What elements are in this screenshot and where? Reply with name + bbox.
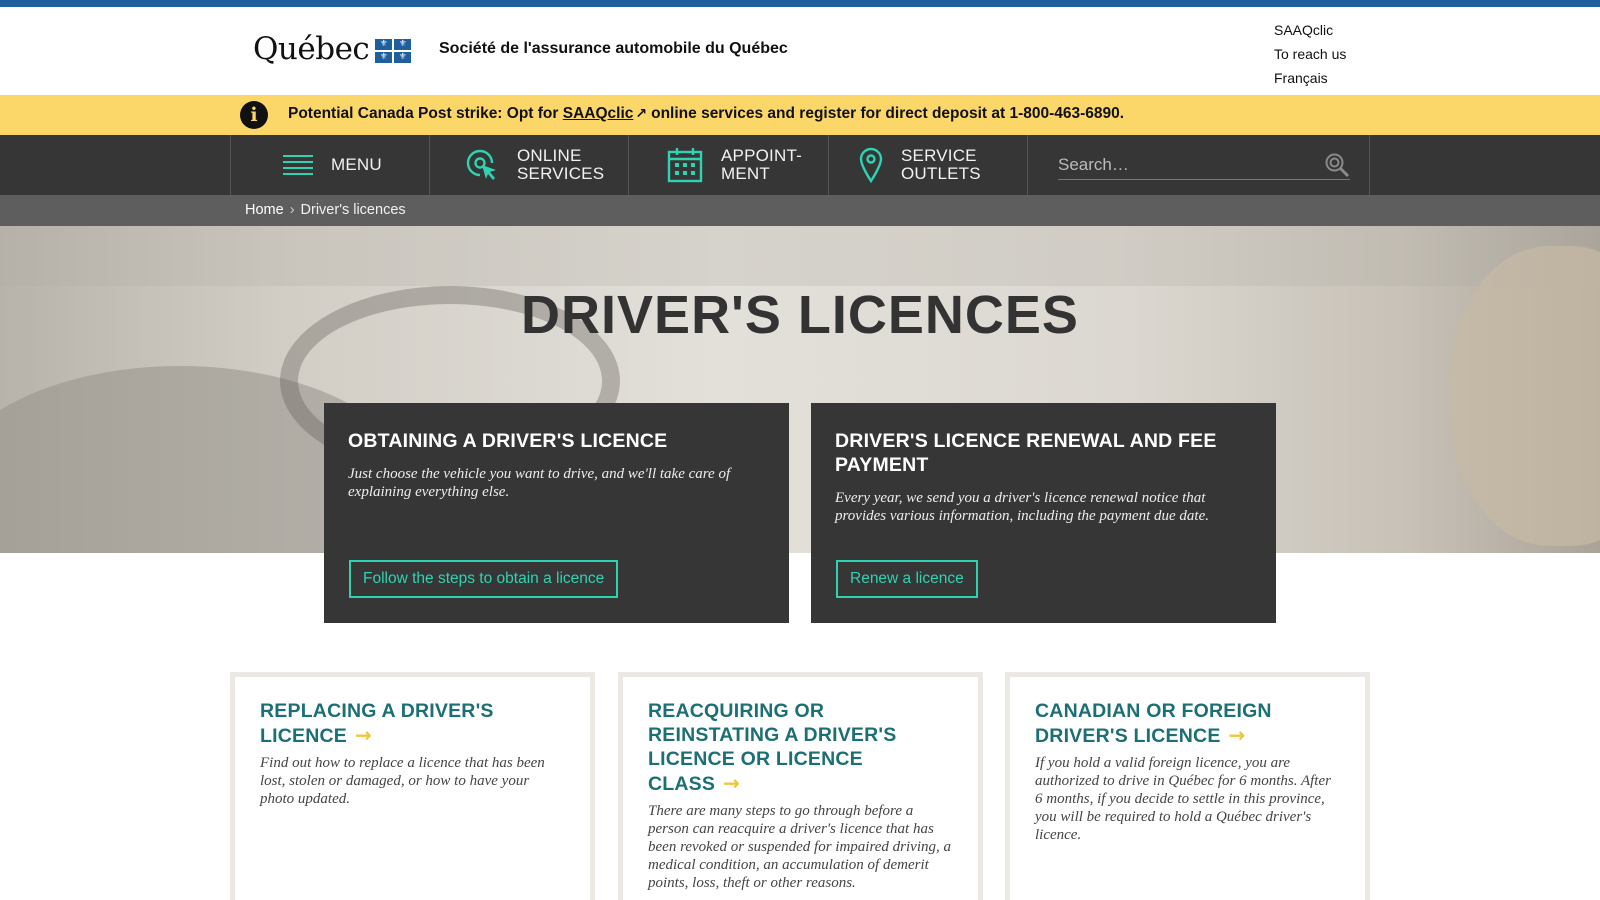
alert-text-after: online services and register for direct … [651,105,1125,122]
top-stripe [0,0,1600,7]
feature-card-obtain: OBTAINING A DRIVER'S LICENCE Just choose… [324,403,789,623]
tile-reacquiring-licence[interactable]: REACQUIRING OR REINSTATING A DRIVER'S LI… [618,672,983,900]
info-icon: i [240,101,268,129]
calendar-icon [667,147,703,183]
language-toggle-link[interactable]: Français [1274,66,1346,90]
alert-banner: i Potential Canada Post strike: Opt for … [0,95,1600,135]
obtain-licence-button[interactable]: Follow the steps to obtain a licence [349,560,619,598]
cursor-click-icon [465,148,499,182]
reach-us-link[interactable]: To reach us [1274,42,1346,66]
tile-description: There are many steps to go through befor… [648,803,951,891]
utility-links: SAAQclic To reach us Français [1274,18,1346,90]
logo-wordmark: Québec [253,31,370,67]
saaqclic-link[interactable]: SAAQclic [1274,18,1346,42]
nav-online-services-label: ONLINE SERVICES [517,146,605,183]
alert-saaqclic-link[interactable]: SAAQclic [563,105,634,122]
nav-appointment[interactable]: APPOINT- MENT [628,135,828,195]
arrow-right-icon: → [1228,723,1246,747]
nav-online-services[interactable]: ONLINE SERVICES [429,135,628,195]
feature-card-description: Just choose the vehicle you want to driv… [348,466,731,500]
page-title: DRIVER'S LICENCES [521,285,1079,345]
organization-name[interactable]: Société de l'assurance automobile du Qué… [439,40,788,58]
nav-menu-label: MENU [331,155,382,174]
quebec-logo[interactable]: Québec [253,29,412,69]
map-pin-icon [859,147,883,183]
nav-appointment-label: APPOINT- MENT [721,146,802,183]
nav-menu-button[interactable]: MENU [230,135,429,195]
fleur-de-lis-flag-icon [375,39,412,63]
breadcrumb: Home › Driver's licences [245,202,406,218]
feature-card-renewal: DRIVER'S LICENCE RENEWAL AND FEE PAYMENT… [811,403,1276,623]
feature-card-title: OBTAINING A DRIVER'S LICENCE [348,430,668,452]
renew-licence-button[interactable]: Renew a licence [836,560,978,598]
nav-service-outlets[interactable]: SERVICE OUTLETS [828,135,1027,195]
tile-title: REACQUIRING OR REINSTATING A DRIVER'S LI… [648,700,897,795]
nav-search-area [1027,135,1370,195]
main-navigation: MENU ONLINE SERVICES APPOINT- MENT SERVI… [0,135,1600,195]
tile-replacing-licence[interactable]: REPLACING A DRIVER'S LICENCE → Find out h… [230,672,595,900]
hero-photo-windshield [0,226,1600,286]
external-link-icon: ↗ [635,106,648,122]
hamburger-icon [283,155,313,175]
nav-service-outlets-label: SERVICE OUTLETS [901,146,981,183]
site-header: Québec Société de l'assurance automobile… [0,7,1600,95]
breadcrumb-current: Driver's licences [300,202,406,218]
breadcrumb-home-link[interactable]: Home [245,202,284,218]
tile-description: Find out how to replace a licence that h… [260,755,545,807]
arrow-right-icon: → [723,771,741,795]
tile-description: If you hold a valid foreign licence, you… [1035,755,1331,843]
feature-card-description: Every year, we send you a driver's licen… [835,490,1209,524]
alert-text-before: Potential Canada Post strike: Opt for [288,105,563,122]
hero-banner: DRIVER'S LICENCES [0,226,1600,553]
search-icon[interactable] [1324,152,1350,178]
alert-text: Potential Canada Post strike: Opt for SA… [288,105,1124,123]
feature-card-title: DRIVER'S LICENCE RENEWAL AND FEE PAYMENT [835,430,1217,476]
arrow-right-icon: → [355,723,372,747]
breadcrumb-bar: Home › Driver's licences [0,195,1600,226]
tile-title: REPLACING A DRIVER'S LICENCE → [260,700,494,747]
search-box [1058,150,1350,180]
breadcrumb-separator: › [289,202,295,218]
search-input[interactable] [1058,154,1298,175]
tile-title: CANADIAN OR FOREIGN DRIVER'S LICENCE → [1035,700,1272,747]
tile-foreign-licence[interactable]: CANADIAN OR FOREIGN DRIVER'S LICENCE → If… [1005,672,1370,900]
